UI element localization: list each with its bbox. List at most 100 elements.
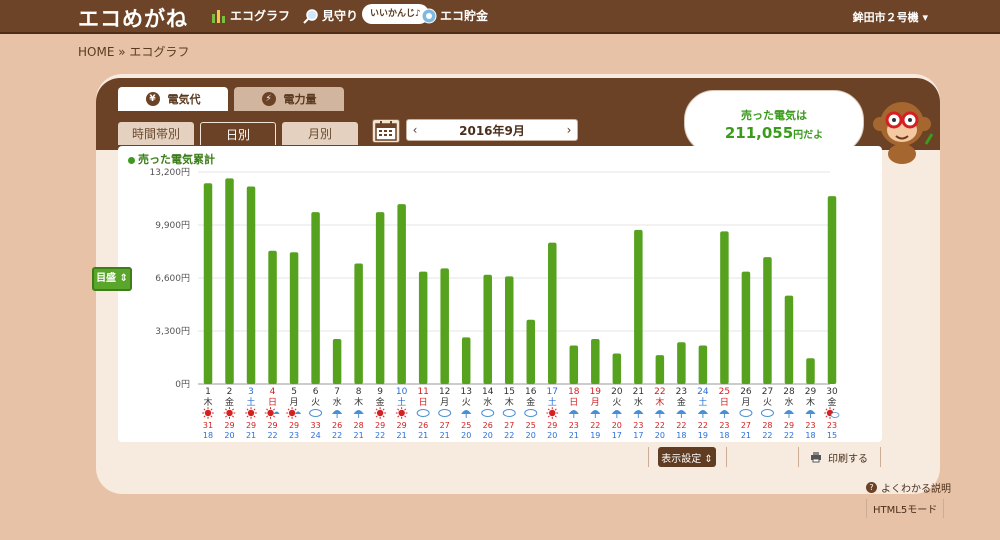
temp-low: 21 [418,431,428,440]
temp-low: 21 [354,431,364,440]
x-tick-day: 7 [334,387,340,397]
x-tick-weekday: 金 [526,396,535,408]
temp-high: 29 [267,421,277,430]
faq-link[interactable]: ? よくわかる説明 [866,480,951,495]
temp-low: 22 [504,431,514,440]
sun-ray [253,415,256,418]
x-tick-day: 9 [377,387,383,397]
umbrella-icon [295,411,302,414]
sun-ray [225,408,228,411]
bar [375,212,385,384]
temp-high: 25 [461,421,471,430]
sun-ray [294,415,297,418]
x-tick-weekday: 水 [634,396,643,408]
temp-low: 18 [719,431,729,440]
footer-divider [648,447,649,467]
sun-ray [375,415,378,418]
x-tick-weekday: 木 [806,396,815,408]
bar [827,196,837,384]
x-tick-day: 14 [482,387,494,397]
temp-low: 21 [569,431,579,440]
x-tick-weekday: 金 [827,396,836,408]
x-tick-day: 15 [504,387,515,397]
temp-high: 22 [698,421,708,430]
sun-ray [266,415,269,418]
bar [591,339,600,384]
sun-icon [204,409,212,417]
x-tick-weekday: 水 [333,396,342,408]
x-tick-day: 10 [396,387,408,397]
x-tick-day: 4 [270,387,276,397]
bar [741,271,751,384]
umbrella-icon [611,410,622,414]
html5-mode-link[interactable]: HTML5モード [866,499,945,518]
bar [569,345,579,384]
x-tick-weekday: 火 [311,397,320,408]
sun-ray [547,408,550,411]
printer-icon [811,452,821,463]
temp-low: 21 [741,431,751,440]
x-tick-day: 6 [313,387,319,397]
temp-high: 31 [203,421,213,430]
temp-high: 29 [246,421,256,430]
x-tick-day: 20 [611,387,623,397]
x-tick-weekday: 土 [247,396,256,408]
bar [763,257,772,384]
sun-icon [398,409,405,417]
temp-high: 23 [569,421,579,430]
x-tick-day: 19 [590,387,602,397]
temp-low: 22 [332,431,342,440]
bar [483,274,492,384]
bar [698,345,708,384]
x-tick-weekday: 水 [784,396,793,408]
cloud-icon [416,409,430,417]
sun-icon [226,409,233,417]
temp-high: 29 [289,421,299,430]
sun-ray [203,415,206,418]
x-tick-day: 26 [740,387,752,397]
x-tick-day: 30 [826,387,838,397]
umbrella-icon [332,410,343,414]
temp-high: 28 [354,421,364,430]
temp-high: 29 [784,421,794,430]
bar [720,231,729,384]
umbrella-icon [697,410,708,414]
sun-ray [287,408,290,411]
x-tick-day: 29 [805,387,817,397]
sun-ray [203,408,206,411]
sun-icon [376,409,384,417]
bar [634,229,643,384]
x-tick-day: 22 [654,387,665,397]
temp-high: 26 [418,421,428,430]
sun-ray [404,415,407,418]
temp-low: 23 [289,431,299,440]
print-button[interactable]: 印刷する [806,447,872,467]
sun-ray [273,408,276,411]
y-tick-label: 6,600円 [155,273,190,284]
x-tick-weekday: 火 [462,397,471,408]
umbrella-icon [633,410,644,414]
y-tick-label: 3,300円 [155,326,190,337]
x-tick-day: 25 [719,387,730,397]
x-tick-weekday: 月 [290,397,299,408]
x-tick-day: 16 [525,387,537,397]
display-settings-button[interactable]: 表示設定 ⇕ [658,447,716,467]
x-tick-day: 8 [356,387,362,397]
bar [289,252,299,384]
x-tick-weekday: 金 [225,396,234,408]
faq-label: よくわかる説明 [881,484,951,495]
x-tick-day: 21 [633,387,644,397]
sun-ray [210,415,213,418]
x-tick-weekday: 日 [268,397,277,408]
temp-high: 27 [440,421,450,430]
sun-ray [554,415,557,418]
sun-ray [375,408,378,411]
cloud-icon [524,409,538,417]
footer-divider [880,447,881,467]
sun-ray [382,415,385,418]
x-tick-day: 12 [439,387,450,397]
temp-low: 20 [224,431,234,440]
x-tick-weekday: 日 [569,397,578,408]
sun-ray [554,408,557,411]
temp-high: 33 [310,421,320,430]
